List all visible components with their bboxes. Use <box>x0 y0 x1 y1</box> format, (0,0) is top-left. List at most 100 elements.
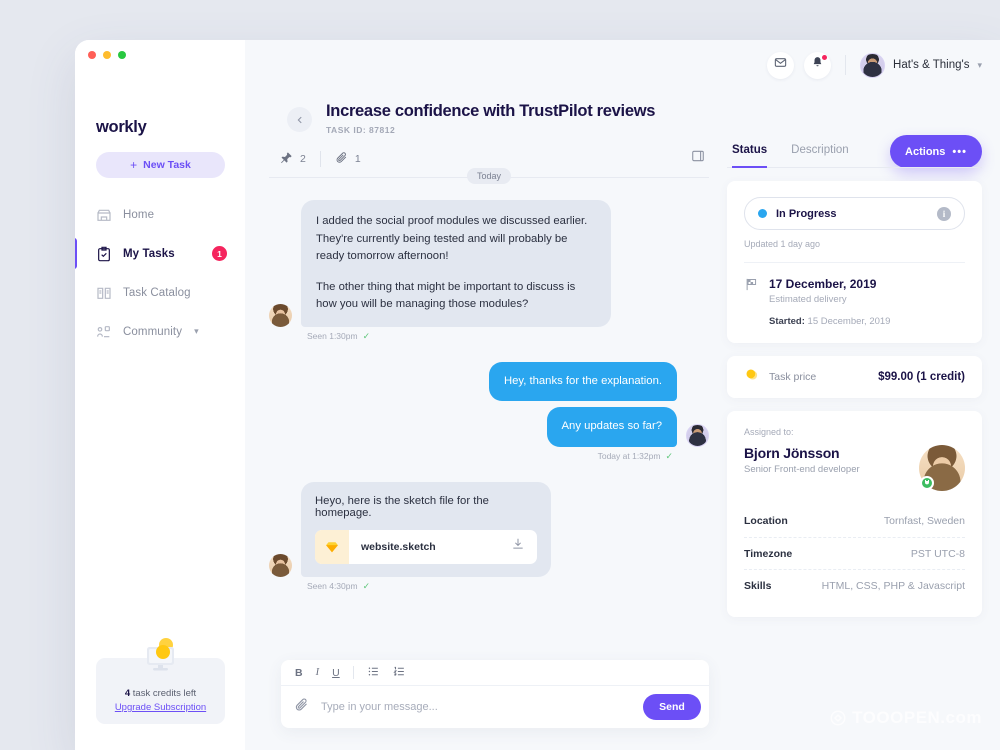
message-input[interactable] <box>321 701 631 713</box>
content-columns: 2 1 Today I added the social proof modul… <box>245 135 1000 750</box>
task-titles: Increase confidence with TrustPilot revi… <box>326 102 655 135</box>
minimize-window-dot[interactable] <box>103 51 111 59</box>
task-header: Increase confidence with TrustPilot revi… <box>245 90 1000 135</box>
download-icon[interactable] <box>511 537 537 556</box>
sidebar-item-community[interactable]: Community ▾ <box>75 312 245 351</box>
send-button[interactable]: Send <box>643 694 701 720</box>
detail-row: Skills HTML, CSS, PHP & Javascript <box>744 569 965 601</box>
sidebar: workly + New Task Home My Tasks 1 Task C… <box>75 40 245 750</box>
assignee-info: Bjorn Jönsson Senior Front-end developer <box>744 445 919 475</box>
check-icon: ✓ <box>665 450 673 461</box>
message-row: Hey, thanks for the explanation. <box>269 361 709 401</box>
divider <box>319 151 321 167</box>
divider <box>352 666 354 679</box>
pin-icon <box>280 151 293 167</box>
message-status-text: Seen 1:30pm <box>307 331 358 341</box>
details-panel: Status Description In Progress i Updated… <box>715 135 1000 750</box>
toggle-panel-icon[interactable] <box>691 149 705 168</box>
sidebar-item-my-tasks[interactable]: My Tasks 1 <box>75 234 245 273</box>
message-bubble-outgoing: Any updates so far? <box>546 407 677 447</box>
my-tasks-badge: 1 <box>212 246 227 261</box>
pinned-count[interactable]: 2 <box>280 151 306 167</box>
italic-button[interactable]: I <box>316 667 320 678</box>
checkered-flag-icon <box>744 277 759 327</box>
credits-suffix: task credits left <box>130 688 197 699</box>
message-text: Hey, thanks for the explanation. <box>503 374 662 387</box>
detail-value: HTML, CSS, PHP & Javascript <box>821 579 965 592</box>
user-name: Hat's & Thing's <box>893 59 970 71</box>
sketch-gem-icon <box>315 529 349 564</box>
started-row: Started: 15 December, 2019 <box>769 316 890 327</box>
detail-row: Timezone PST UTC-8 <box>744 537 965 569</box>
maximize-window-dot[interactable] <box>118 51 126 59</box>
page-title: Increase confidence with TrustPilot revi… <box>326 102 656 120</box>
book-icon <box>96 285 112 301</box>
message-composer: B I U Type in your message... Send <box>281 660 709 728</box>
status-card: In Progress i Updated 1 day ago 17 Decem… <box>727 181 982 343</box>
sidebar-item-task-catalog[interactable]: Task Catalog <box>75 273 245 312</box>
started-label: Started: <box>769 316 805 327</box>
sidebar-item-home[interactable]: Home <box>75 195 245 234</box>
assignee-details: Location Tornfast, Sweden Timezone PST U… <box>744 505 965 601</box>
bold-button[interactable]: B <box>295 667 303 679</box>
tab-description[interactable]: Description <box>791 144 849 168</box>
assigned-label: Assigned to: <box>744 427 794 437</box>
assignee-card: Assigned to: Bjorn Jönsson Senior Front-… <box>727 411 982 617</box>
delivery-text: 17 December, 2019 Estimated delivery Sta… <box>769 277 890 327</box>
envelope-icon <box>774 56 787 74</box>
assignee-name: Bjorn Jönsson <box>744 445 840 461</box>
check-icon: ✓ <box>362 330 371 341</box>
detail-value: Tornfast, Sweden <box>883 515 965 527</box>
back-button[interactable] <box>287 107 312 132</box>
assignee-role: Senior Front-end developer <box>744 464 860 475</box>
user-menu[interactable]: Hat's & Thing's ▾ <box>860 52 982 78</box>
message-bubble-outgoing: Hey, thanks for the explanation. <box>488 361 677 401</box>
notifications-button[interactable] <box>804 51 832 79</box>
message-paragraph: The other thing that might be important … <box>316 280 576 311</box>
tab-status[interactable]: Status <box>732 144 768 168</box>
message-status: Seen 1:30pm ✓ <box>269 331 709 342</box>
window-traffic-lights <box>88 51 126 59</box>
message-status: Today at 1:32pm ✓ <box>269 451 709 462</box>
sidebar-item-label: Task Catalog <box>123 286 191 299</box>
message-bubble-file: Heyo, here is the sketch file for the ho… <box>301 481 551 577</box>
chevron-left-icon <box>297 116 302 123</box>
day-divider-label: Today <box>466 168 512 184</box>
online-badge-icon <box>920 476 934 490</box>
new-task-label: New Task <box>143 159 191 171</box>
message-paragraph: I added the social proof modules we disc… <box>316 215 588 262</box>
new-task-button[interactable]: + New Task <box>96 152 225 178</box>
underline-button[interactable]: U <box>332 667 340 679</box>
coin-icon <box>744 367 759 387</box>
close-window-dot[interactable] <box>88 51 96 59</box>
status-badge[interactable]: In Progress i <box>744 197 965 230</box>
message-list: I added the social proof modules we disc… <box>263 178 715 592</box>
message-text: Heyo, here is the sketch file for the ho… <box>315 494 489 519</box>
message-status: Seen 4:30pm ✓ <box>269 581 709 592</box>
org-chart-icon <box>96 324 112 340</box>
upgrade-subscription-link[interactable]: Upgrade Subscription <box>115 702 206 713</box>
sidebar-nav: Home My Tasks 1 Task Catalog Community ▾ <box>75 195 245 351</box>
top-bar: Hat's & Thing's ▾ <box>245 40 1000 90</box>
divider <box>744 262 965 263</box>
credits-text: 4 task credits left <box>125 688 196 699</box>
file-attachment-card[interactable]: website.sketch <box>315 529 537 564</box>
plus-icon: + <box>130 158 138 172</box>
messages-button[interactable] <box>767 51 795 79</box>
message-row: I added the social proof modules we disc… <box>269 200 709 327</box>
info-icon[interactable]: i <box>937 206 951 221</box>
price-label: Task price <box>769 371 817 383</box>
attachments-count[interactable]: 1 <box>335 151 361 167</box>
chevron-down-icon[interactable]: ▾ <box>194 326 199 337</box>
numbered-list-icon[interactable] <box>393 665 406 681</box>
panel-tabs: Status Description <box>727 135 982 168</box>
paperclip-icon[interactable] <box>294 697 309 717</box>
app-logo: workly <box>96 118 147 136</box>
detail-key: Location <box>744 515 788 527</box>
chevron-down-icon[interactable]: ▾ <box>977 60 982 71</box>
composer-input-row: Send <box>281 686 709 728</box>
bullet-list-icon[interactable] <box>367 665 380 681</box>
sidebar-item-label: My Tasks <box>123 247 175 260</box>
clipboard-check-icon <box>96 246 112 262</box>
status-updated: Updated 1 day ago <box>744 239 821 249</box>
